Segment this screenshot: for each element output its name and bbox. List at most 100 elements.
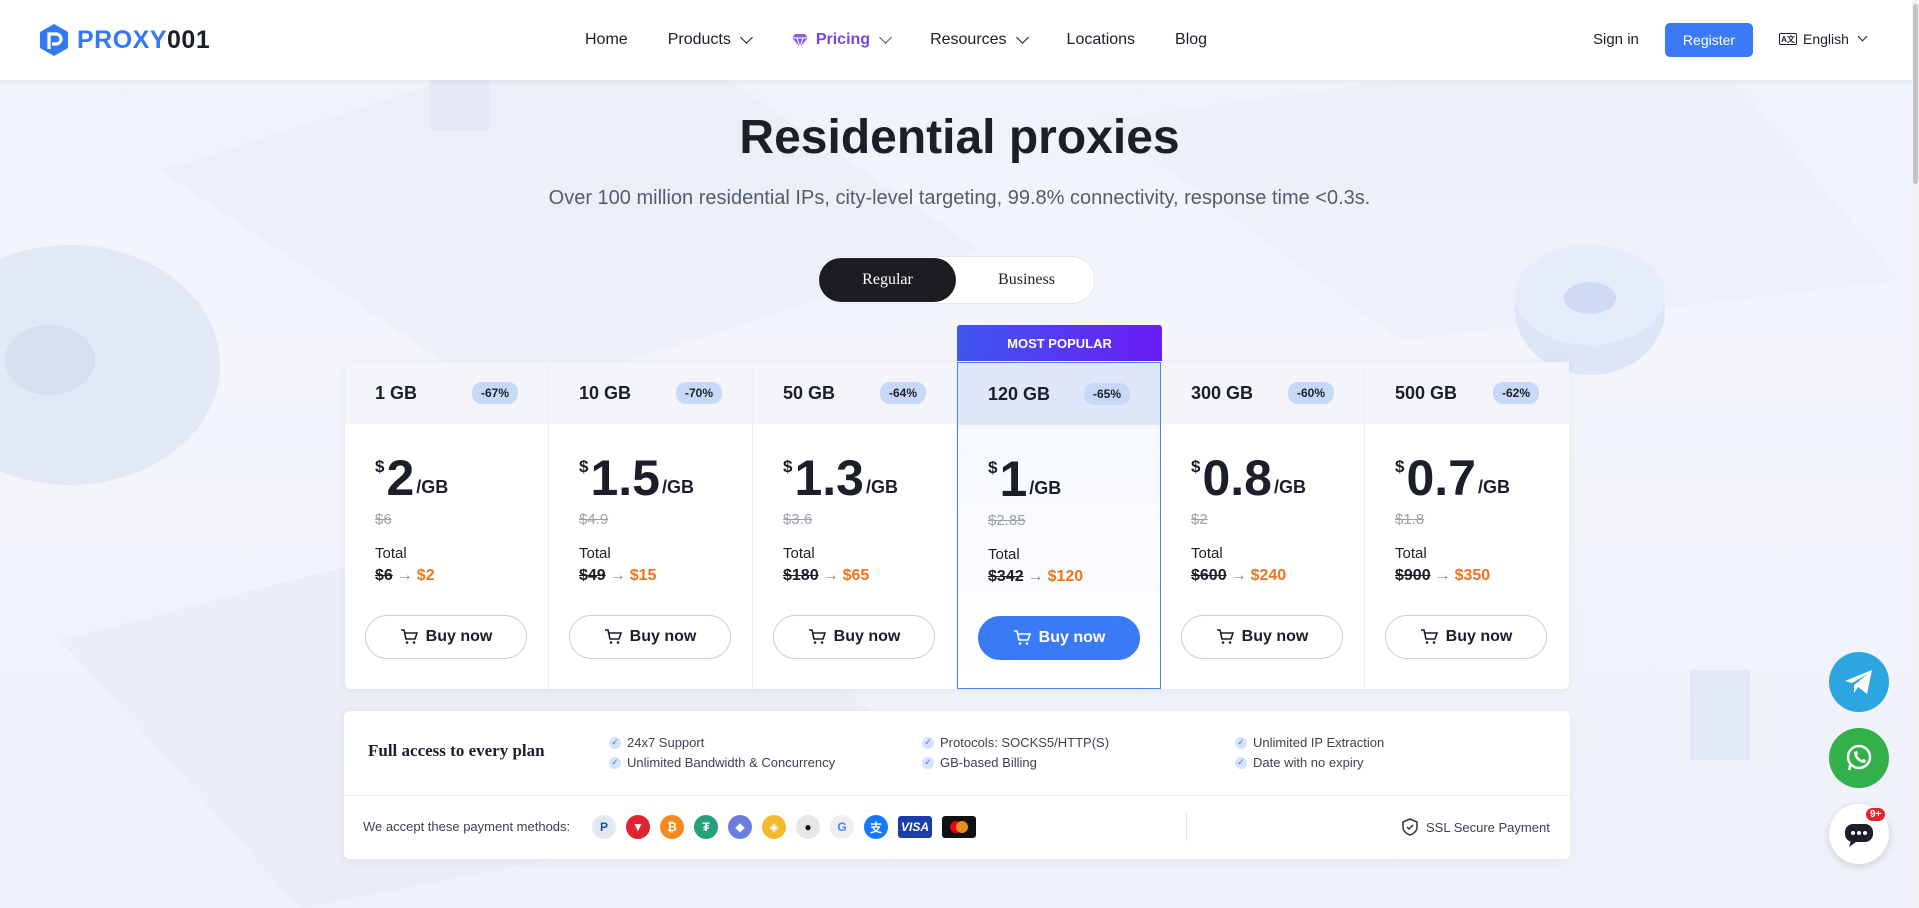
nav-locations[interactable]: Locations xyxy=(1067,31,1136,49)
scrollbar-thumb[interactable] xyxy=(1913,4,1918,184)
cart-icon xyxy=(604,629,622,644)
logo[interactable]: PROXY001 xyxy=(39,23,210,57)
plan-price: $0.8/GB xyxy=(1191,450,1306,506)
nav-pricing[interactable]: Pricing xyxy=(791,31,892,49)
telegram-button[interactable] xyxy=(1829,652,1889,712)
total-value: $49 → $15 xyxy=(579,567,657,584)
total-value: $342 → $120 xyxy=(988,568,1084,585)
notification-badge: 9+ xyxy=(1866,808,1886,821)
ethereum-icon: ◆ xyxy=(728,815,752,839)
chat-button[interactable]: 9+ xyxy=(1829,804,1889,864)
discount-badge: -62% xyxy=(1492,382,1539,404)
sign-in-link[interactable]: Sign in xyxy=(1593,31,1639,48)
bitcoin-icon: ₿ xyxy=(660,815,684,839)
language-label: English xyxy=(1803,31,1849,47)
features-panel: Full access to every plan ✓ 24x7 Support … xyxy=(344,711,1570,859)
plan-size: 1 GB xyxy=(375,382,418,403)
plan-header: 120 GB -65% xyxy=(958,363,1160,425)
language-selector[interactable]: A文 English xyxy=(1779,31,1868,47)
buy-now-button[interactable]: Buy now xyxy=(569,615,731,659)
buy-now-button[interactable]: Buy now xyxy=(1181,615,1343,659)
whatsapp-button[interactable] xyxy=(1829,728,1889,788)
nav-resources[interactable]: Resources xyxy=(930,31,1029,49)
logo-icon xyxy=(40,24,68,56)
nav-blog[interactable]: Blog xyxy=(1175,31,1207,49)
old-price: $4.9 xyxy=(579,511,609,528)
visa-icon: VISA xyxy=(898,816,932,838)
toggle-business[interactable]: Business xyxy=(958,258,1095,302)
chevron-down-icon xyxy=(879,31,892,44)
pricing-plans: 1 GB -67% $2/GB $6 Total $6 → $2 Buy now 10… xyxy=(345,362,1569,689)
discount-badge: -70% xyxy=(675,382,722,404)
total-value: $180 → $65 xyxy=(783,567,870,584)
feature-item: ✓ Unlimited Bandwidth & Concurrency xyxy=(609,755,835,770)
old-price: $6 xyxy=(375,511,392,528)
chat-icon xyxy=(1845,824,1873,847)
check-icon: ✓ xyxy=(609,756,621,769)
old-price: $3.6 xyxy=(783,511,813,528)
plan-header: 500 GB -62% xyxy=(1365,362,1569,424)
check-icon: ✓ xyxy=(922,736,934,749)
total-label: Total xyxy=(783,545,815,562)
check-icon: ✓ xyxy=(1235,756,1247,769)
cart-icon xyxy=(1013,630,1031,645)
paypal-icon: P xyxy=(592,815,616,839)
plan-header: 300 GB -60% xyxy=(1161,362,1364,424)
plan-card-popular: 120 GB -65% $1/GB $2.85 Total $342 → $120 B… xyxy=(957,362,1161,689)
logo-text: PROXY001 xyxy=(77,25,211,54)
buy-now-button[interactable]: Buy now xyxy=(1385,615,1547,659)
cart-icon xyxy=(1216,629,1234,644)
plan-card: 1 GB -67% $2/GB $6 Total $6 → $2 Buy now xyxy=(345,362,549,689)
old-price: $2.85 xyxy=(988,512,1026,529)
cart-icon xyxy=(808,629,826,644)
chevron-down-icon xyxy=(1857,31,1868,42)
plan-price: $1.5/GB xyxy=(579,450,694,506)
toggle-regular[interactable]: Regular xyxy=(819,258,956,302)
discount-badge: -64% xyxy=(879,382,926,404)
apple-pay-icon: ● xyxy=(796,815,820,839)
feature-item: ✓ GB-based Billing xyxy=(922,755,1037,770)
plan-type-toggle: Regular Business xyxy=(817,256,1095,304)
plan-card: 50 GB -64% $1.3/GB $3.6 Total $180 → $65 Bu… xyxy=(753,362,957,689)
nav-home[interactable]: Home xyxy=(585,31,628,49)
discount-badge: -67% xyxy=(471,382,518,404)
check-icon: ✓ xyxy=(1235,736,1247,749)
chevron-down-icon xyxy=(1015,31,1029,44)
register-button[interactable]: Register xyxy=(1665,23,1753,57)
mastercard-icon xyxy=(942,816,976,838)
plan-price: $1/GB xyxy=(988,451,1062,507)
features-title: Full access to every plan xyxy=(368,741,545,760)
discount-badge: -60% xyxy=(1287,382,1334,404)
translate-icon: A文 xyxy=(1779,33,1797,45)
feature-item: ✓ 24x7 Support xyxy=(609,735,704,750)
divider xyxy=(344,795,1570,796)
feature-item: ✓ Date with no expiry xyxy=(1235,755,1364,770)
telegram-icon xyxy=(1845,670,1872,694)
nav-products[interactable]: Products xyxy=(668,31,753,49)
cart-icon xyxy=(400,629,418,644)
google-pay-icon: G xyxy=(830,815,854,839)
ssl-badge: SSL Secure Payment xyxy=(1402,818,1550,836)
plan-card: 300 GB -60% $0.8/GB $2 Total $600 → $240 Bu… xyxy=(1161,362,1365,689)
buy-now-button[interactable]: Buy now xyxy=(365,615,527,659)
plan-header: 10 GB -70% xyxy=(549,362,752,424)
buy-now-button[interactable]: Buy now xyxy=(773,615,935,659)
feature-item: ✓ Unlimited IP Extraction xyxy=(1235,735,1384,750)
total-value: $600 → $240 xyxy=(1191,567,1287,584)
diamond-icon xyxy=(791,33,808,48)
check-icon: ✓ xyxy=(609,736,621,749)
top-navbar: PROXY001 Home Products Pricing Resources… xyxy=(0,0,1919,80)
plan-size: 50 GB xyxy=(783,382,836,403)
page-subtitle: Over 100 million residential IPs, city-l… xyxy=(548,187,1371,209)
most-popular-tag: MOST POPULAR xyxy=(957,325,1162,361)
main-menu: Home Products Pricing Resources Location… xyxy=(585,0,1247,80)
plan-header: 1 GB -67% xyxy=(345,362,548,424)
total-label: Total xyxy=(1395,545,1427,562)
shield-icon xyxy=(1402,818,1418,836)
alipay-icon: 支 xyxy=(864,815,888,839)
chevron-down-icon xyxy=(739,31,753,44)
buy-now-button[interactable]: Buy now xyxy=(978,616,1140,660)
plan-price: $1.3/GB xyxy=(783,450,898,506)
plan-header: 50 GB -64% xyxy=(753,362,956,424)
page-title: Residential proxies xyxy=(739,111,1180,164)
